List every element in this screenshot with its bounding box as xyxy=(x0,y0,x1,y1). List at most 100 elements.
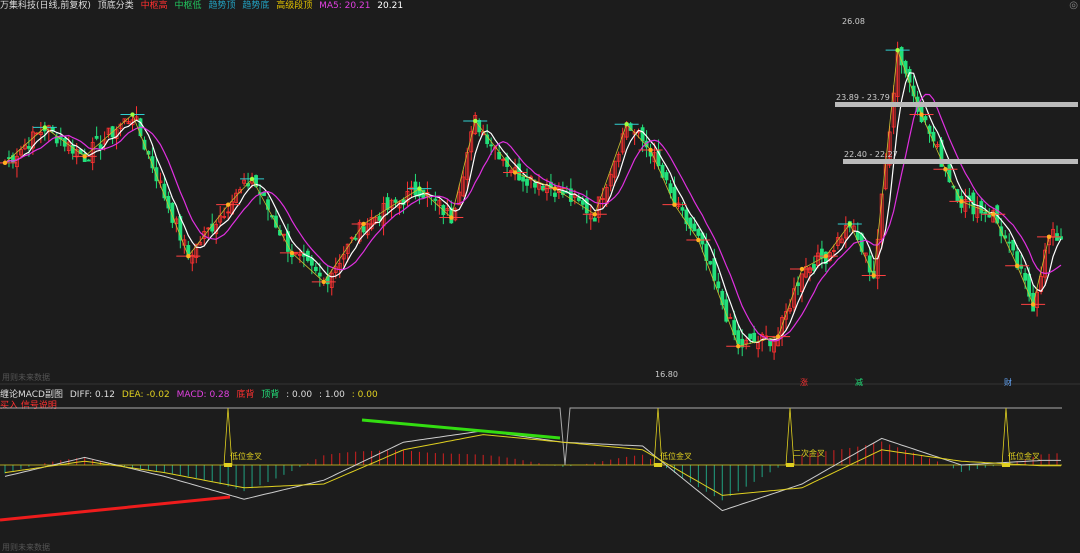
cross-marker-base xyxy=(224,463,232,467)
candle-body xyxy=(640,127,645,142)
candle-body xyxy=(94,136,99,139)
zone-label-2: 22.40 - 22.27 xyxy=(844,150,898,159)
annotations: 23.89 - 23.79 22.40 - 22.27 26.08 16.80 … xyxy=(655,17,1078,387)
candle-body xyxy=(696,229,701,236)
candle-body xyxy=(820,248,824,259)
macd-histogram xyxy=(4,441,1058,501)
candle-body xyxy=(353,237,358,240)
candle-body xyxy=(859,233,864,252)
candle-body xyxy=(262,192,266,197)
candle-body xyxy=(983,211,988,214)
candle-body xyxy=(553,192,557,197)
candle-body xyxy=(664,172,669,181)
zone-bar-2 xyxy=(843,159,1078,164)
candle-body xyxy=(517,163,521,181)
pivot-dot xyxy=(943,167,948,172)
pivot-dot xyxy=(512,170,518,175)
golden-cross-label-4: 低位金叉 xyxy=(1008,451,1040,461)
pivot-dot xyxy=(42,125,48,130)
candle-body xyxy=(708,261,713,265)
pivot-dot xyxy=(449,215,454,220)
pivot-dot xyxy=(2,160,8,166)
candle-body xyxy=(525,178,529,186)
pivot-dot xyxy=(289,250,295,256)
candle-body xyxy=(592,217,597,222)
pivot-dot xyxy=(1014,263,1020,268)
ma10-line xyxy=(4,93,1062,342)
pivot-dot xyxy=(321,279,326,285)
price-high-label: 26.08 xyxy=(842,17,865,26)
pivot-dot xyxy=(225,202,231,207)
pivot-dot xyxy=(473,118,478,124)
pivot-dot xyxy=(1030,302,1036,307)
top-divergence-line xyxy=(361,418,561,440)
pivot-dot xyxy=(361,221,366,227)
pivot-dot xyxy=(1046,234,1052,240)
chart-canvas[interactable]: 23.89 - 23.79 22.40 - 22.27 26.08 16.80 … xyxy=(0,0,1080,552)
pivot-dot xyxy=(648,147,653,153)
pivot-dot xyxy=(552,186,558,191)
candle-body xyxy=(27,146,31,149)
cross-marker-base xyxy=(786,463,794,467)
pivot-dot xyxy=(871,273,876,278)
zigzag-lines xyxy=(0,47,1062,349)
pivot-dot xyxy=(592,212,597,217)
candle-body xyxy=(680,207,685,211)
candle-body xyxy=(576,197,581,201)
candle-body xyxy=(433,198,438,201)
candle-body xyxy=(584,198,589,214)
candle-body xyxy=(98,144,103,149)
pivot-dot xyxy=(736,344,741,349)
ma5-line xyxy=(4,72,1062,344)
pivot-dot xyxy=(417,186,422,191)
candle-body xyxy=(1023,272,1028,281)
pivot-dot xyxy=(624,122,629,127)
candle-body xyxy=(393,199,398,203)
price-low-label: 16.80 xyxy=(655,370,678,379)
zone-label-1: 23.89 - 23.79 xyxy=(836,93,890,102)
cross-marker-base xyxy=(1002,463,1010,467)
candle-body xyxy=(86,159,91,162)
pivot-dot xyxy=(186,253,191,259)
marker-fin: 财 xyxy=(1004,377,1012,387)
candle-body xyxy=(1011,239,1016,251)
bottom-divergence-line xyxy=(0,495,231,522)
pivot-dot xyxy=(82,154,87,159)
candle-body xyxy=(752,332,757,343)
pivot-dot xyxy=(847,221,853,227)
pivot-dot xyxy=(130,112,135,117)
golden-cross-label-1: 低位金叉 xyxy=(230,451,262,461)
candle-body xyxy=(317,272,322,277)
candle-body xyxy=(361,226,366,233)
golden-cross-label-2: 低位金叉 xyxy=(660,451,692,461)
moving-averages xyxy=(4,72,1062,344)
pivot-dot xyxy=(249,176,255,182)
pivot-dot xyxy=(959,199,964,204)
pivot-dot xyxy=(672,202,677,207)
pivot-dot xyxy=(799,266,805,272)
candle-body xyxy=(668,183,673,194)
candle-body xyxy=(748,333,753,340)
marker-down: 减 xyxy=(855,377,863,387)
candle-body xyxy=(580,200,585,205)
pivot-dot xyxy=(919,112,924,117)
pivot-dot xyxy=(991,212,996,217)
candle-body xyxy=(313,266,318,272)
candle-body xyxy=(716,281,721,289)
pivot-dot xyxy=(895,47,900,53)
candle-body xyxy=(712,258,717,281)
candle-body xyxy=(521,176,525,182)
candle-body xyxy=(1007,241,1012,244)
candle-body xyxy=(692,223,697,232)
golden-cross-label-3: 二次金叉 xyxy=(793,448,825,458)
marker-up: 涨 xyxy=(800,377,808,387)
candle-body xyxy=(489,144,494,147)
zone-bar-1 xyxy=(835,102,1078,107)
diff-line xyxy=(4,430,1061,512)
candle-body xyxy=(533,182,537,188)
pivot-dot xyxy=(775,334,781,339)
candle-body xyxy=(736,330,741,345)
candle-body xyxy=(923,116,928,121)
pivot-dot xyxy=(823,253,829,259)
pivot-dot xyxy=(696,237,701,243)
